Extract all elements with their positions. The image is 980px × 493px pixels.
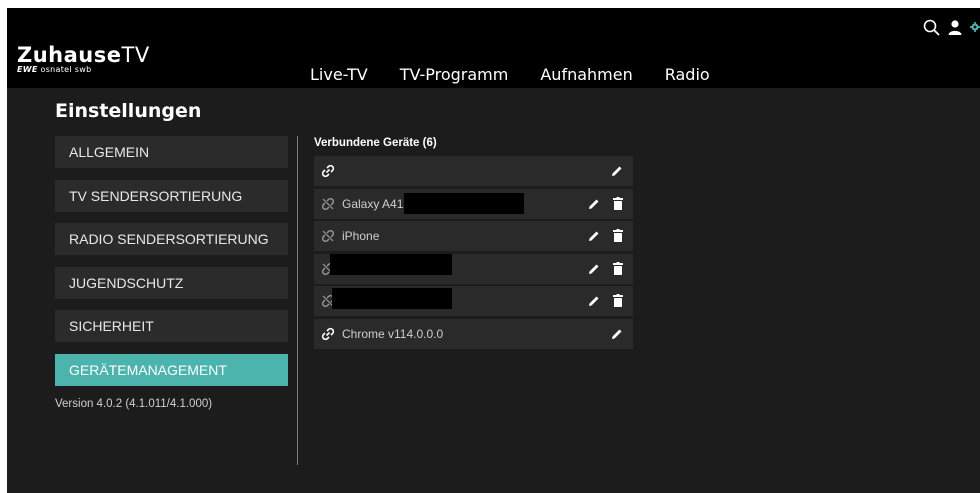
device-row: Chrome v114.0.0.0	[314, 318, 633, 349]
settings-menu: ALLGEMEIN TV SENDERSORTIERUNG RADIO SEND…	[55, 136, 288, 397]
link-icon	[321, 327, 335, 341]
app-window: ZuhauseTV EWE osnatel swb Live-TV TV-Pro…	[7, 8, 980, 493]
edit-icon[interactable]	[588, 263, 600, 275]
device-row	[314, 286, 633, 317]
menu-item-tv-sendersortierung[interactable]: TV SENDERSORTIERUNG	[55, 179, 288, 212]
menu-item-radio-sendersortierung[interactable]: RADIO SENDERSORTIERUNG	[55, 223, 288, 255]
logo-sub-rest: osnatel swb	[40, 65, 92, 74]
edit-icon[interactable]	[588, 198, 600, 210]
trash-icon[interactable]	[612, 196, 624, 210]
top-bar: ZuhauseTV EWE osnatel swb Live-TV TV-Pro…	[7, 8, 980, 88]
device-row	[314, 253, 633, 284]
nav-tv-programm[interactable]: TV-Programm	[400, 65, 509, 84]
top-icons	[922, 18, 980, 36]
redacted-block	[330, 253, 452, 275]
main-nav: Live-TV TV-Programm Aufnahmen Radio	[310, 65, 742, 84]
device-name: iPhone	[342, 229, 380, 244]
link-icon	[321, 164, 335, 178]
menu-item-jugendschutz[interactable]: JUGENDSCHUTZ	[55, 266, 288, 299]
version-text: Version 4.0.2 (4.1.011/4.1.000)	[55, 398, 213, 410]
trash-icon[interactable]	[612, 261, 624, 275]
nav-aufnahmen[interactable]: Aufnahmen	[540, 65, 632, 84]
edit-icon[interactable]	[611, 328, 623, 340]
unlink-icon	[321, 197, 335, 210]
menu-item-sicherheit[interactable]: SICHERHEIT	[55, 310, 288, 342]
device-name: Galaxy A41	[342, 196, 404, 211]
user-icon[interactable]	[946, 18, 964, 36]
redacted-block	[404, 192, 524, 214]
device-name: Chrome v114.0.0.0	[342, 326, 444, 341]
device-list: Galaxy A41 iPhone Chrome v114.0.0.0	[314, 156, 633, 352]
page-title: Einstellungen	[55, 100, 202, 122]
edit-icon[interactable]	[611, 165, 623, 177]
trash-icon[interactable]	[612, 294, 624, 308]
devices-title: Verbundene Geräte (6)	[314, 137, 437, 149]
logo-name: ZuhauseTV	[17, 44, 150, 66]
redacted-block	[332, 288, 452, 310]
device-row: iPhone	[314, 221, 633, 252]
menu-item-geraetemanagement[interactable]: GERÄTEMANAGEMENT	[55, 353, 288, 386]
menu-item-allgemein[interactable]: ALLGEMEIN	[55, 136, 288, 168]
logo[interactable]: ZuhauseTV EWE osnatel swb	[17, 44, 150, 74]
gear-icon[interactable]	[970, 18, 980, 36]
edit-icon[interactable]	[588, 295, 600, 307]
device-row	[314, 156, 633, 186]
nav-radio[interactable]: Radio	[665, 65, 710, 84]
nav-live-tv[interactable]: Live-TV	[310, 65, 368, 84]
logo-sub-brand: EWE	[17, 65, 38, 74]
logo-main-text: Zuhause	[17, 43, 122, 67]
divider	[297, 136, 298, 465]
logo-tv-text: TV	[121, 43, 150, 67]
trash-icon[interactable]	[612, 229, 624, 243]
edit-icon[interactable]	[588, 230, 600, 242]
device-row: Galaxy A41	[314, 188, 633, 219]
unlink-icon	[321, 230, 335, 243]
search-icon[interactable]	[922, 18, 940, 36]
